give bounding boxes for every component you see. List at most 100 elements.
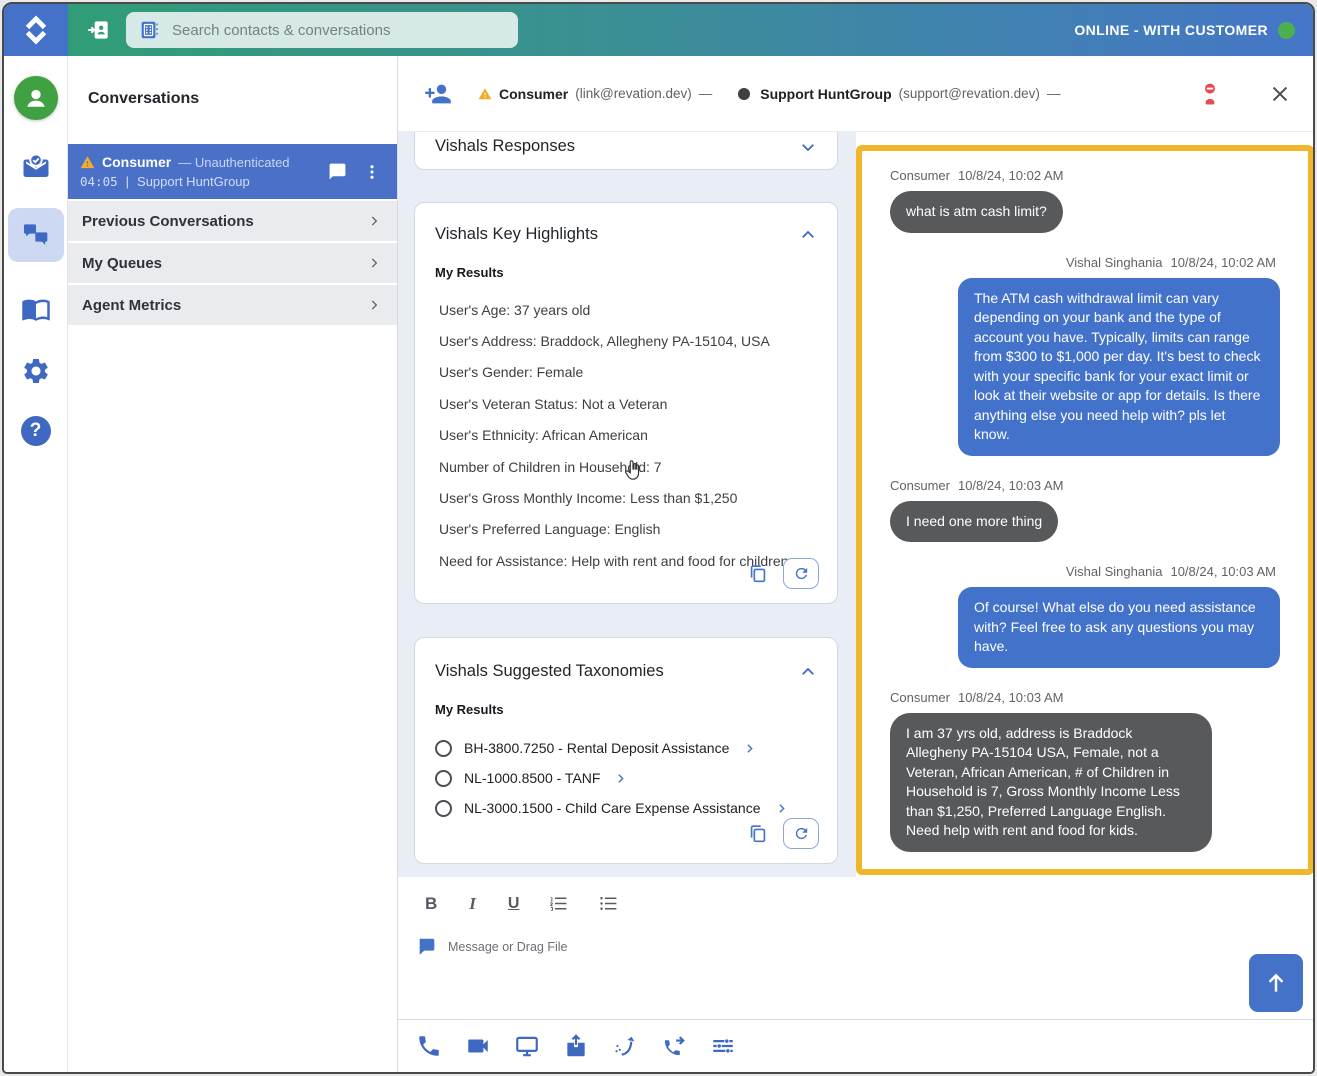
settings-sliders-icon[interactable] [710,1033,736,1059]
panel-title: Conversations [68,56,397,108]
conversation-timer: 04:05 [80,174,118,189]
sidebar-item-inbox[interactable] [21,152,51,182]
message-bubble-consumer: I need one more thing [890,501,1058,543]
chevron-right-icon[interactable] [743,742,756,755]
message-input[interactable]: Message or Drag File [398,936,1313,958]
search-box[interactable] [126,12,518,48]
italic-button[interactable]: I [466,894,479,914]
sidebar-item-directory[interactable] [21,294,51,324]
chevron-right-icon[interactable] [775,802,788,815]
refresh-button[interactable] [783,558,819,589]
import-contact-icon[interactable] [86,17,112,43]
presence-status[interactable]: ONLINE - WITH CUSTOMER [1074,22,1313,39]
highlight-item: User's Veteran Status: Not a Veteran [439,388,817,419]
warning-icon [80,155,95,170]
bold-button[interactable]: B [425,894,437,914]
card-vishals-key-highlights: Vishals Key Highlights My Results User's… [414,202,838,604]
taxonomy-label: NL-3000.1500 - Child Care Expense Assist… [464,800,761,816]
chevron-right-icon[interactable] [614,772,627,785]
card-vishals-suggested-taxonomies: Vishals Suggested Taxonomies My Results … [414,637,838,864]
radio-button[interactable] [435,800,452,817]
highlights-list: User's Age: 37 years old User's Address:… [415,294,837,576]
app-window: ONLINE - WITH CUSTOMER [2,2,1315,1074]
list-item-label: My Queues [82,255,162,272]
sidebar-item-help[interactable]: ? [21,416,51,446]
phone-call-icon[interactable] [416,1033,442,1059]
taxonomy-label: NL-1000.8500 - TANF [464,770,600,786]
highlight-item: User's Gender: Female [439,357,817,388]
message-time: 10/8/24, 10:02 AM [1170,255,1276,270]
highlight-item: User's Address: Braddock, Allegheny PA-1… [439,325,817,356]
sidebar-item-settings[interactable] [21,356,51,386]
message-composer: B I U Message or Drag File [398,877,1313,1019]
chevron-right-icon [367,256,381,270]
highlight-item: User's Ethnicity: African American [439,420,817,451]
screen-share-icon[interactable] [514,1033,540,1059]
sidebar-item-my-queues[interactable]: My Queues [68,243,397,283]
message-author: Vishal Singhania [1066,564,1163,579]
main-area: Consumer (link@revation.dev) — Support H… [398,56,1313,1072]
video-call-icon[interactable] [465,1033,491,1059]
chat-transcript-panel[interactable]: Consumer10/8/24, 10:02 AM what is atm ca… [856,145,1314,875]
message-author: Vishal Singhania [1066,255,1163,270]
close-icon[interactable] [1269,83,1291,105]
search-input[interactable] [172,22,506,39]
taxonomy-option[interactable]: BH-3800.7250 - Rental Deposit Assistance [435,733,817,763]
book-icon [21,294,51,324]
chat-bubble-icon[interactable] [328,162,347,181]
taxonomy-option[interactable]: NL-1000.8500 - TANF [435,763,817,793]
message-author: Consumer [890,690,950,705]
app-logo[interactable] [4,4,68,56]
ai-assist-icon[interactable] [612,1033,638,1059]
status-label: ONLINE - WITH CUSTOMER [1074,22,1268,38]
message-bubble-agent: Of course! What else do you need assista… [958,587,1280,668]
block-user-icon[interactable] [1197,81,1223,107]
file-share-icon[interactable] [563,1033,589,1059]
message-meta: Consumer10/8/24, 10:03 AM [890,478,1280,493]
nav-sidebar: ? [4,56,68,1072]
highlight-item: Number of Children in Household: 7 [439,451,817,482]
chat-header: Consumer (link@revation.dev) — Support H… [398,56,1313,132]
message-meta: Vishal Singhania 10/8/24, 10:02 AM [1066,255,1276,270]
chevron-right-icon [367,298,381,312]
conversation-item-active[interactable]: Consumer — Unauthenticated 04:05 | Suppo… [68,144,397,199]
conversation-queue: Support HuntGroup [137,174,250,189]
diamond-logo-icon [19,13,53,47]
call-actions-toolbar [398,1019,1313,1072]
participant-email: (support@revation.dev) [899,86,1040,101]
inbox-verified-icon [21,152,51,182]
sidebar-item-conversations[interactable] [8,208,64,262]
bullet-list-icon[interactable] [598,893,619,914]
refresh-button[interactable] [783,818,819,849]
user-avatar[interactable] [14,76,58,120]
call-transfer-icon[interactable] [661,1033,687,1059]
contacts-search-icon [138,19,160,41]
conversation-auth-status: — Unauthenticated [178,155,289,170]
copy-icon[interactable] [747,563,769,585]
message-bubble-agent: The ATM cash withdrawal limit can vary d… [958,278,1280,456]
radio-button[interactable] [435,770,452,787]
sidebar-item-agent-metrics[interactable]: Agent Metrics [68,285,397,325]
ai-assist-column[interactable]: Vishals Responses Vishals Key Highlights… [398,132,856,877]
copy-icon[interactable] [747,823,769,845]
results-subtitle: My Results [415,702,837,717]
radio-button[interactable] [435,740,452,757]
conversations-panel: Conversations Consumer — Unauthenticated… [68,56,398,1072]
message-meta: Consumer10/8/24, 10:02 AM [890,168,1280,183]
underline-button[interactable]: U [508,895,520,913]
refresh-icon [793,825,810,842]
add-participant-icon[interactable] [424,80,452,108]
more-menu-icon[interactable] [363,163,381,181]
message-time: 10/8/24, 10:03 AM [958,478,1064,493]
sidebar-item-previous-conversations[interactable]: Previous Conversations [68,201,397,241]
chevron-up-icon[interactable] [799,226,817,244]
message-placeholder: Message or Drag File [448,940,568,954]
conversation-body: Vishals Responses Vishals Key Highlights… [398,132,1313,877]
chevron-up-icon[interactable] [799,663,817,681]
highlight-item: User's Gross Monthly Income: Less than $… [439,482,817,513]
chat-bubbles-icon [20,219,52,251]
ordered-list-icon[interactable] [548,893,569,914]
chevron-down-icon[interactable] [799,138,817,156]
send-button[interactable] [1249,954,1303,1012]
message-time: 10/8/24, 10:02 AM [958,168,1064,183]
